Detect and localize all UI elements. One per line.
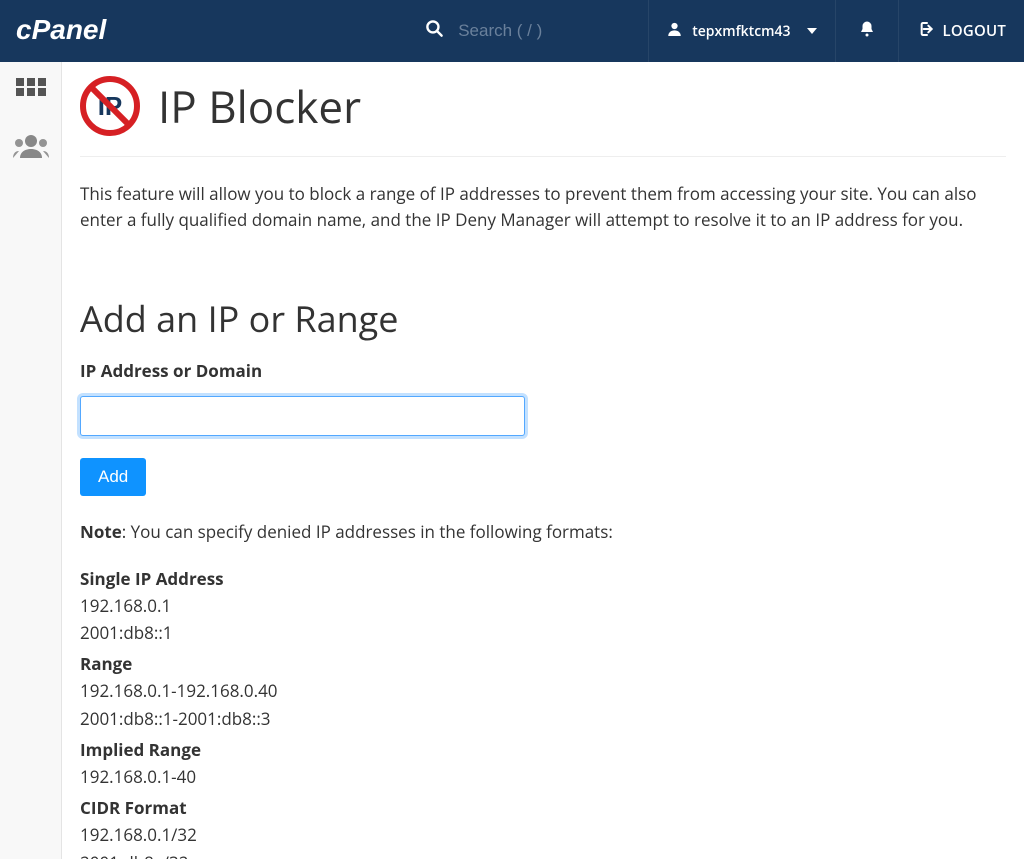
main-content: IP IP Blocker This feature will allow yo… bbox=[62, 62, 1024, 859]
search-icon bbox=[425, 19, 444, 43]
app-header: cPanel tepxmfktcm43 LOGOUT bbox=[0, 0, 1024, 62]
sidebar-users-button[interactable] bbox=[11, 128, 51, 168]
cpanel-logo[interactable]: cPanel bbox=[16, 16, 142, 46]
logout-label: LOGOUT bbox=[943, 21, 1006, 41]
sidebar-apps-button[interactable] bbox=[11, 74, 51, 114]
svg-text:cPanel: cPanel bbox=[16, 16, 107, 45]
username-label: tepxmfktcm43 bbox=[692, 22, 790, 41]
users-icon bbox=[13, 132, 49, 165]
format-example: 2001:db8::/32 bbox=[80, 849, 1006, 859]
notifications-button[interactable] bbox=[835, 0, 898, 62]
user-menu[interactable]: tepxmfktcm43 bbox=[648, 0, 834, 62]
ip-blocker-icon: IP bbox=[80, 76, 140, 136]
user-icon bbox=[667, 21, 682, 41]
note-label: Note bbox=[80, 520, 122, 543]
logout-icon bbox=[917, 21, 933, 42]
format-example: 192.168.0.1 bbox=[80, 592, 1006, 619]
sidebar bbox=[0, 62, 62, 859]
format-name: Single IP Address bbox=[80, 565, 1006, 592]
format-example: 192.168.0.1/32 bbox=[80, 821, 1006, 848]
ip-field-label: IP Address or Domain bbox=[80, 359, 1006, 382]
global-search[interactable] bbox=[425, 19, 608, 43]
section-title: Add an IP or Range bbox=[80, 294, 1006, 343]
page-title: IP Blocker bbox=[158, 76, 361, 136]
bell-icon bbox=[858, 20, 876, 43]
format-example: 2001:db8::1-2001:db8::3 bbox=[80, 705, 1006, 732]
formats-list: Single IP Address192.168.0.12001:db8::1R… bbox=[80, 565, 1006, 859]
format-name: Range bbox=[80, 650, 1006, 677]
note-text: : You can specify denied IP addresses in… bbox=[122, 520, 613, 543]
logout-button[interactable]: LOGOUT bbox=[898, 0, 1024, 62]
caret-down-icon bbox=[807, 28, 817, 34]
format-name: CIDR Format bbox=[80, 794, 1006, 821]
format-example: 2001:db8::1 bbox=[80, 619, 1006, 646]
ip-address-input[interactable] bbox=[80, 396, 525, 436]
formats-note: Note: You can specify denied IP addresse… bbox=[80, 520, 1006, 543]
grid-icon bbox=[16, 78, 46, 111]
format-example: 192.168.0.1-40 bbox=[80, 763, 1006, 790]
format-example: 192.168.0.1-192.168.0.40 bbox=[80, 677, 1006, 704]
page-description: This feature will allow you to block a r… bbox=[80, 181, 1006, 234]
add-button[interactable]: Add bbox=[80, 458, 146, 496]
search-input[interactable] bbox=[458, 21, 608, 41]
format-name: Implied Range bbox=[80, 736, 1006, 763]
